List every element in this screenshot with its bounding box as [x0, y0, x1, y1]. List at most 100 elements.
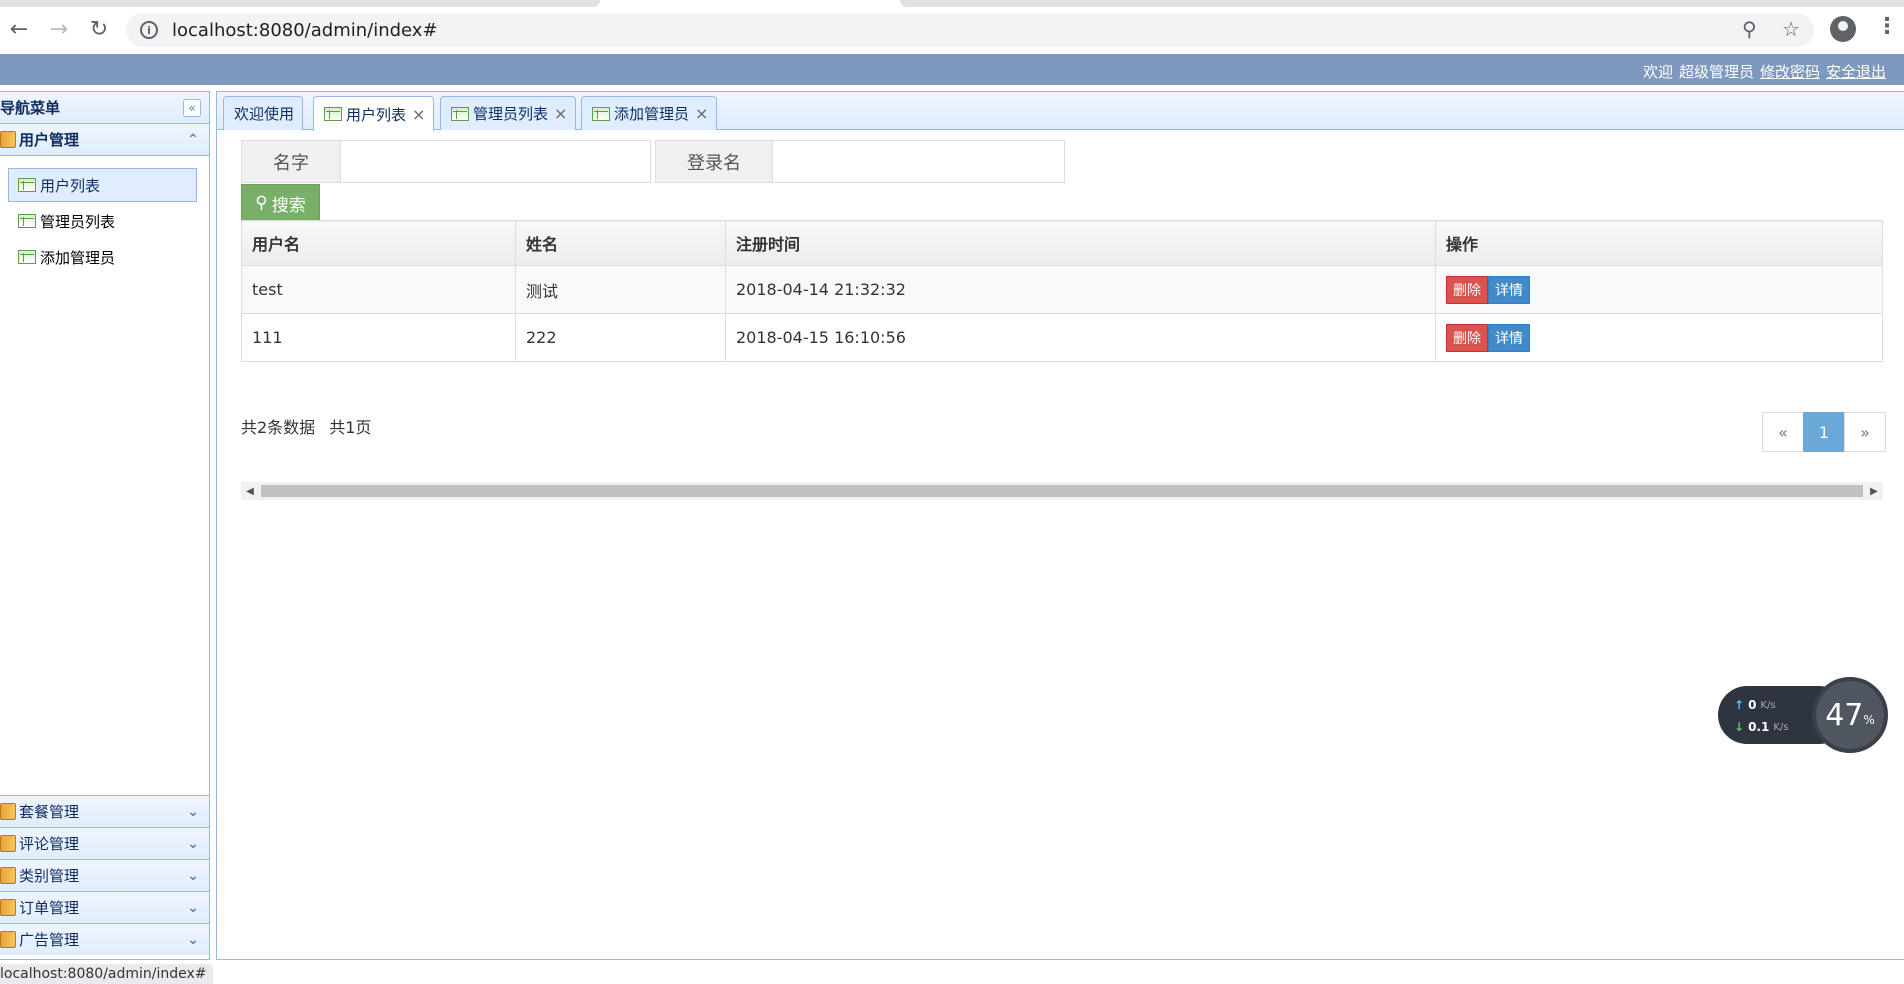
tab-add-admin[interactable]: 添加管理员 ×: [581, 96, 718, 130]
tab-admin-list[interactable]: 管理员列表 ×: [440, 96, 577, 130]
search-icon: ⚲: [255, 193, 268, 213]
scroll-right-icon[interactable]: ▶: [1865, 482, 1883, 500]
sidebar-group-label: 订单管理: [19, 899, 80, 917]
table-icon: [18, 214, 36, 228]
browser-menu-icon[interactable]: ⋮: [1876, 14, 1898, 39]
sidebar-group-package-management[interactable]: 套餐管理 ⌄: [0, 795, 209, 827]
sidebar-group-label: 评论管理: [19, 835, 80, 853]
pagination: « 1 »: [1762, 412, 1886, 452]
status-bar-url: localhost:8080/admin/index#: [0, 964, 213, 984]
sidebar-item-add-admin[interactable]: 添加管理员: [8, 240, 197, 274]
horizontal-scrollbar[interactable]: ◀ ▶: [241, 482, 1883, 500]
chevron-down-icon[interactable]: ⌄: [187, 900, 199, 916]
sidebar-group-comment-management[interactable]: 评论管理 ⌄: [0, 827, 209, 859]
cell-actions: 删除 详情: [1435, 313, 1883, 362]
tab-label: 添加管理员: [614, 105, 690, 123]
collapse-sidebar-icon[interactable]: «: [183, 98, 201, 117]
upload-arrow-icon: ↑: [1734, 698, 1745, 712]
logout-link[interactable]: 安全退出: [1826, 61, 1886, 82]
cell-registered: 2018-04-15 16:10:56: [725, 313, 1436, 362]
site-info-icon[interactable]: i: [140, 21, 158, 39]
profile-avatar-icon[interactable]: [1830, 16, 1856, 42]
tab-welcome[interactable]: 欢迎使用: [223, 96, 304, 130]
address-bar[interactable]: i localhost:8080/admin/index#: [126, 13, 1814, 47]
next-page-button[interactable]: »: [1844, 412, 1886, 452]
folder-icon: [0, 931, 16, 948]
name-input[interactable]: [340, 140, 651, 183]
chevron-down-icon[interactable]: ⌄: [187, 836, 199, 852]
memory-usage-gauge[interactable]: 47%: [1812, 677, 1888, 753]
browser-toolbar: ← → ↻ i localhost:8080/admin/index# ⚲ ☆ …: [0, 0, 1904, 56]
key-icon[interactable]: ⚲: [1742, 17, 1757, 41]
star-icon[interactable]: ☆: [1782, 17, 1800, 41]
cell-actions: 删除 详情: [1435, 265, 1883, 314]
table-row: 111 222 2018-04-15 16:10:56 删除 详情: [241, 313, 1883, 362]
delete-button[interactable]: 删除: [1446, 323, 1488, 352]
folder-icon: [0, 803, 16, 820]
user-table: 用户名 姓名 注册时间 操作 test 测试 2018-04-14 21:32:…: [241, 220, 1883, 362]
folder-icon: [0, 899, 16, 916]
page-button[interactable]: 1: [1803, 412, 1845, 452]
detail-button[interactable]: 详情: [1488, 275, 1530, 304]
forward-arrow-icon[interactable]: →: [44, 14, 74, 44]
column-header: 操作: [1435, 220, 1883, 266]
column-header: 注册时间: [725, 220, 1436, 266]
chevron-up-icon[interactable]: ⌃: [187, 132, 199, 148]
cell-username: 111: [241, 313, 516, 362]
sidebar-menu: 用户列表 管理员列表 添加管理员: [0, 156, 209, 806]
browser-tab-strip: [0, 0, 1904, 8]
change-password-link[interactable]: 修改密码: [1760, 61, 1820, 82]
app-header: 欢迎 超级管理员 修改密码 安全退出: [0, 54, 1904, 85]
chevron-down-icon[interactable]: ⌄: [187, 868, 199, 884]
sidebar-group-label: 用户管理: [19, 131, 80, 149]
table-header-row: 用户名 姓名 注册时间 操作: [241, 220, 1883, 266]
download-arrow-icon: ↓: [1734, 720, 1745, 734]
cell-name: 测试: [515, 265, 726, 314]
sidebar-group-ad-management[interactable]: 广告管理 ⌄: [0, 923, 209, 955]
upload-speed: ↑ 0 K/s: [1734, 698, 1776, 712]
chevron-down-icon[interactable]: ⌄: [187, 932, 199, 948]
sidebar-item-user-list[interactable]: 用户列表: [8, 168, 197, 202]
address-url[interactable]: localhost:8080/admin/index#: [172, 20, 438, 41]
prev-page-button[interactable]: «: [1762, 412, 1804, 452]
sidebar-group-user-management[interactable]: 用户管理 ⌃: [0, 124, 209, 156]
main-panel: 欢迎使用 用户列表 × 管理员列表 × 添加管理员 × 名字 登录名 ⚲ 搜索: [216, 91, 1904, 960]
table-icon: [451, 106, 469, 121]
cell-registered: 2018-04-14 21:32:32: [725, 265, 1436, 314]
sidebar-item-admin-list[interactable]: 管理员列表: [8, 204, 197, 238]
total-pages: 共1页: [329, 418, 372, 437]
close-icon[interactable]: ×: [695, 104, 708, 123]
scrollbar-thumb[interactable]: [261, 485, 1863, 497]
percent-sign: %: [1863, 713, 1875, 727]
tab-user-list[interactable]: 用户列表 ×: [313, 96, 435, 131]
sidebar-group-category-management[interactable]: 类别管理 ⌄: [0, 859, 209, 891]
table-icon: [18, 250, 36, 264]
detail-button[interactable]: 详情: [1488, 323, 1530, 352]
login-name-input[interactable]: [772, 140, 1065, 183]
sidebar-group-label: 套餐管理: [19, 803, 80, 821]
tabs-bar: 欢迎使用 用户列表 × 管理员列表 × 添加管理员 ×: [217, 92, 1904, 131]
download-speed-value: 0.1: [1748, 720, 1770, 734]
column-header: 姓名: [515, 220, 726, 266]
sidebar-group-label: 类别管理: [19, 867, 80, 885]
sidebar-item-label: 添加管理员: [40, 248, 116, 267]
cell-username: test: [241, 265, 516, 314]
user-links: 欢迎 超级管理员 修改密码 安全退出: [1643, 61, 1886, 82]
close-icon[interactable]: ×: [412, 105, 425, 124]
user-role: 超级管理员: [1678, 63, 1754, 81]
chevron-down-icon[interactable]: ⌄: [187, 804, 199, 820]
download-speed: ↓ 0.1 K/s: [1734, 720, 1788, 734]
speed-unit: K/s: [1773, 721, 1789, 733]
login-name-label: 登录名: [655, 140, 773, 183]
scroll-left-icon[interactable]: ◀: [241, 482, 259, 500]
reload-icon[interactable]: ↻: [84, 14, 114, 44]
table-icon: [592, 106, 610, 121]
delete-button[interactable]: 删除: [1446, 275, 1488, 304]
sidebar-group-order-management[interactable]: 订单管理 ⌄: [0, 891, 209, 923]
folder-icon: [0, 835, 16, 852]
close-icon[interactable]: ×: [554, 104, 567, 123]
back-arrow-icon[interactable]: ←: [4, 14, 34, 44]
table-icon: [324, 107, 342, 121]
search-button[interactable]: ⚲ 搜索: [241, 184, 320, 222]
welcome-text: 欢迎: [1642, 63, 1673, 81]
